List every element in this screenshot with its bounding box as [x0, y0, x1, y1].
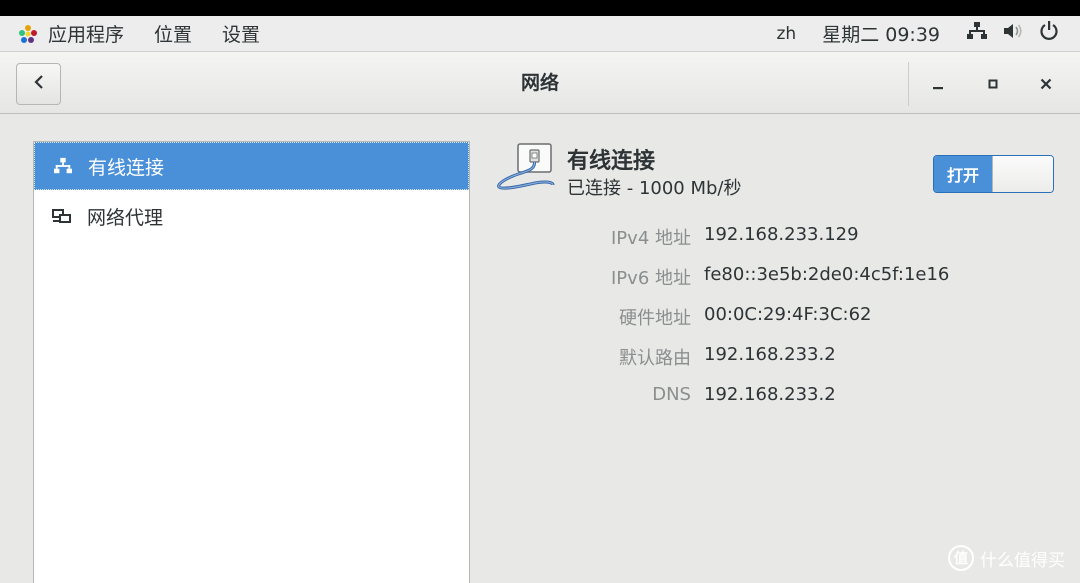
network-wired-icon	[52, 155, 74, 177]
chevron-left-icon	[33, 74, 45, 94]
applications-icon	[18, 24, 38, 44]
close-icon	[1040, 75, 1052, 94]
ethernet-cable-icon	[495, 141, 557, 203]
detail-row-hardware-address: 硬件地址 00:0C:29:4F:3C:62	[495, 304, 1065, 334]
sidebar-item-label: 有线连接	[88, 156, 165, 179]
detail-value: 192.168.233.129	[704, 224, 859, 245]
connection-detail-panel: 有线连接 已连接 - 1000 Mb/秒 打开 IPv4 地址 192.168.…	[495, 141, 1065, 561]
detail-row-default-route: 默认路由 192.168.233.2	[495, 344, 1065, 374]
settings-menu[interactable]: 设置	[207, 16, 275, 51]
input-language-indicator[interactable]: zh	[765, 16, 811, 51]
window-title: 网络	[520, 72, 559, 94]
window-content: 有线连接 网络代理 有线连接 已连接 - 1000 Mb/秒 打开 IPv4 地…	[0, 114, 1080, 583]
switch-on-label: 打开	[934, 156, 992, 192]
switch-knob[interactable]	[992, 156, 1053, 192]
maximize-icon	[987, 75, 999, 94]
detail-value: 192.168.233.2	[704, 384, 836, 405]
maximize-button[interactable]	[977, 68, 1009, 100]
close-button[interactable]	[1030, 68, 1062, 100]
sidebar-item-proxy[interactable]: 网络代理	[34, 192, 469, 240]
header-separator	[908, 62, 909, 106]
detail-value: 00:0C:29:4F:3C:62	[704, 304, 872, 325]
back-button[interactable]	[16, 63, 61, 105]
applications-menu[interactable]: 应用程序	[0, 16, 139, 51]
detail-key: IPv4 地址	[611, 228, 691, 249]
top-panel: 应用程序 位置 设置 zh 星期二 09:39	[0, 16, 1080, 52]
minimize-button[interactable]	[922, 68, 954, 100]
clock[interactable]: 星期二 09:39	[810, 16, 966, 51]
detail-value: 192.168.233.2	[704, 344, 836, 365]
applications-label: 应用程序	[48, 24, 125, 46]
detail-row-ipv4: IPv4 地址 192.168.233.129	[495, 224, 1065, 254]
sidebar-item-label: 网络代理	[87, 206, 164, 229]
header-bar: 网络	[0, 52, 1080, 114]
connection-toggle-switch[interactable]: 打开	[933, 155, 1054, 193]
top-black-strip	[0, 0, 1080, 16]
connection-title: 有线连接	[567, 149, 656, 174]
connection-status: 已连接 - 1000 Mb/秒	[567, 178, 742, 199]
detail-row-dns: DNS 192.168.233.2	[495, 384, 1065, 414]
site-watermark: 值 什么值得买	[948, 545, 1065, 571]
watermark-badge: 值	[948, 545, 974, 571]
network-sidebar: 有线连接 网络代理	[33, 141, 470, 583]
network-wired-icon	[966, 21, 988, 46]
watermark-text: 什么值得买	[980, 550, 1065, 571]
network-proxy-icon	[51, 205, 73, 227]
minimize-icon	[932, 75, 944, 94]
detail-key: 默认路由	[619, 348, 691, 369]
volume-icon	[1002, 21, 1024, 46]
detail-value: fe80::3e5b:2de0:4c5f:1e16	[704, 264, 950, 285]
places-menu[interactable]: 位置	[139, 16, 207, 51]
detail-row-ipv6: IPv6 地址 fe80::3e5b:2de0:4c5f:1e16	[495, 264, 1065, 294]
system-menu[interactable]	[966, 20, 1060, 47]
network-settings-window: 网络 有线连接 网络代理 有线连接 已连接 - 1000 Mb/秒 打开 IPv…	[0, 52, 1080, 583]
detail-key: 硬件地址	[619, 308, 691, 329]
sidebar-item-wired[interactable]: 有线连接	[34, 142, 469, 190]
detail-key: IPv6 地址	[611, 268, 691, 289]
detail-key: DNS	[652, 384, 691, 405]
power-icon	[1038, 20, 1060, 47]
